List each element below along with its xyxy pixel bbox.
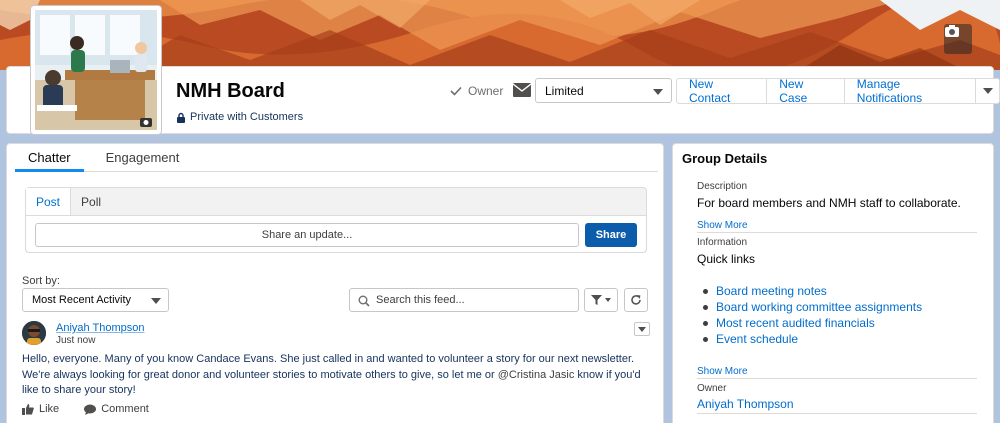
avatar[interactable] [22,321,46,345]
search-feed-input[interactable]: Search this feed... [349,288,579,312]
search-icon [358,295,370,307]
refresh-icon [631,295,641,305]
quick-link-committee-assignments[interactable]: Board working committee assignments [703,300,922,316]
owner-label: Owner [697,383,727,394]
notification-frequency-select[interactable]: Limited [535,78,672,103]
comment-label: Comment [101,403,149,415]
post-actions: Like Comment [22,403,149,415]
information-show-more-link[interactable]: Show More [697,366,748,377]
post-menu-button[interactable] [634,322,650,336]
owner-badge-label: Owner [468,84,504,98]
post-timestamp: Just now [56,335,96,346]
sort-value: Most Recent Activity [32,294,132,306]
feed-tabs: Chatter Engagement [15,148,658,172]
photo-camera-icon[interactable] [139,116,153,128]
group-details-title: Group Details [682,151,768,166]
chevron-down-icon [982,88,993,94]
group-photo-illustration [35,10,157,130]
quick-link-audited-financials[interactable]: Most recent audited financials [703,316,922,332]
sort-label: Sort by: [22,275,60,287]
like-button[interactable]: Like [22,403,59,415]
description-value: For board members and NMH staff to colla… [697,196,961,210]
like-icon [22,403,34,415]
search-feed-placeholder: Search this feed... [376,294,465,306]
chevron-down-icon [151,298,161,304]
divider [697,378,977,379]
post-author-link[interactable]: Aniyah Thompson [56,322,144,334]
notification-frequency-value: Limited [545,84,584,98]
quick-link-board-meeting-notes[interactable]: Board meeting notes [703,284,922,300]
tab-chatter[interactable]: Chatter [15,148,84,172]
comment-button[interactable]: Comment [84,403,149,415]
share-update-input[interactable]: Share an update... [35,223,579,247]
new-case-button[interactable]: New Case [766,77,845,105]
description-show-more-link[interactable]: Show More [697,220,748,231]
page-title: NMH Board [176,80,285,102]
refresh-button[interactable] [624,288,648,312]
group-photo[interactable] [30,5,162,135]
quick-links-list: Board meeting notes Board working commit… [703,284,922,348]
like-label: Like [39,403,60,415]
description-label: Description [697,181,748,192]
quick-link-event-schedule[interactable]: Event schedule [703,332,922,348]
publisher-body: Share an update... Share [26,215,646,252]
post-body: Hello, everyone. Many of you know Candac… [22,352,652,399]
filter-button[interactable] [584,288,618,312]
chevron-down-icon [638,326,646,332]
publisher-tab-post[interactable]: Post [26,188,72,216]
more-actions-button[interactable] [975,78,1000,104]
information-label: Information [697,237,748,248]
publisher-tab-poll[interactable]: Poll [71,188,111,215]
header-action-buttons: New Contact New Case Manage Notification… [676,77,1000,105]
new-contact-button[interactable]: New Contact [676,77,768,105]
share-button[interactable]: Share [585,223,637,247]
comment-icon [84,404,97,415]
quick-links-heading: Quick links [697,252,756,266]
manage-notifications-button[interactable]: Manage Notifications [843,77,977,105]
chevron-down-icon [605,298,611,302]
owner-badge: Owner [450,84,503,98]
chevron-down-icon [653,89,663,95]
publisher: Post Poll Share an update... Share [25,187,647,253]
divider [697,232,977,233]
banner-camera-icon[interactable] [944,24,972,54]
owner-name-link[interactable]: Aniyah Thompson [697,397,794,411]
privacy-setting: Private with Customers [176,111,303,123]
privacy-label: Private with Customers [190,111,304,123]
divider [697,413,977,414]
publisher-tabs: Post Poll [26,188,646,216]
lock-icon [177,112,185,123]
check-icon [450,86,462,96]
tab-engagement[interactable]: Engagement [93,148,193,172]
sort-select[interactable]: Most Recent Activity [22,288,169,312]
email-icon [512,83,532,100]
filter-icon [591,295,602,305]
mention-link[interactable]: @Cristina Jasic [498,369,575,381]
